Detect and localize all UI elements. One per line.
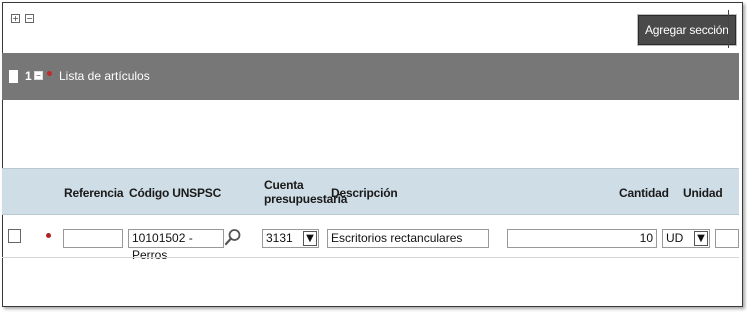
- chevron-down-icon[interactable]: ▼: [694, 231, 708, 246]
- search-icon[interactable]: [224, 228, 242, 246]
- red-dot-icon: [46, 233, 51, 238]
- expand-all-button[interactable]: +: [11, 14, 20, 23]
- section-header: 1 − Lista de artículos: [2, 53, 739, 100]
- chevron-down-icon[interactable]: ▼: [303, 231, 317, 246]
- column-header-descripcion: Descripción: [331, 186, 398, 200]
- column-header-unidad: Unidad: [683, 186, 723, 200]
- cuenta-presupuestaria-select[interactable]: 3131 ▼: [262, 229, 319, 248]
- cantidad-input[interactable]: 10: [507, 229, 657, 248]
- section-collapse-button[interactable]: −: [34, 71, 43, 80]
- column-header-codigo: Código UNSPSC: [129, 186, 222, 200]
- table-header: Referencia Código UNSPSC Cuenta presupue…: [2, 168, 739, 215]
- page-frame: [2, 2, 743, 307]
- next-column-input[interactable]: [715, 229, 739, 248]
- section-number: 1: [25, 69, 32, 83]
- collapse-all-button[interactable]: −: [25, 14, 34, 23]
- column-header-cuenta-line1: Cuenta: [264, 178, 304, 192]
- referencia-input[interactable]: [63, 229, 123, 248]
- column-header-referencia: Referencia: [64, 186, 124, 200]
- descripcion-input[interactable]: Escritorios rectanculares: [327, 229, 489, 248]
- section-checkbox[interactable]: [9, 70, 18, 83]
- red-dot-icon: [47, 71, 52, 76]
- column-header-cantidad: Cantidad: [619, 186, 669, 200]
- toolbar-divider: [728, 10, 729, 48]
- section-title: Lista de artículos: [59, 69, 150, 83]
- cuenta-value: 3131: [266, 231, 293, 245]
- row-divider: [2, 257, 739, 258]
- add-section-button[interactable]: Agregar sección: [638, 15, 736, 45]
- codigo-unspsc-input[interactable]: 10101502 - Perros: [128, 229, 224, 262]
- row-checkbox[interactable]: [8, 229, 21, 243]
- unidad-select[interactable]: UD ▼: [662, 229, 710, 248]
- unidad-value: UD: [666, 231, 684, 245]
